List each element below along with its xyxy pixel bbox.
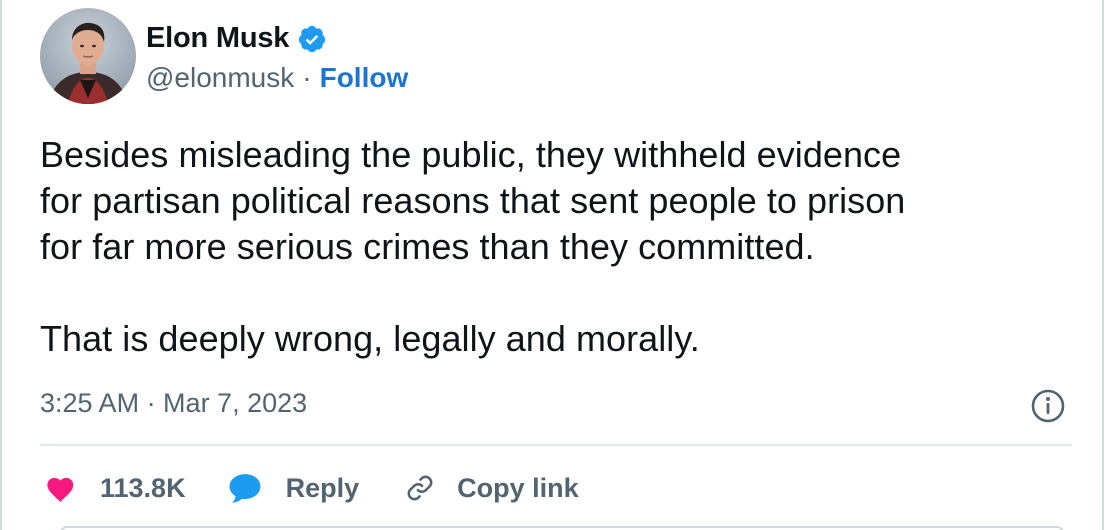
author-name[interactable]: Elon Musk [146,22,289,55]
like-button[interactable]: 113.8K [44,473,186,504]
divider [40,444,1072,446]
card-border [0,0,2,530]
link-icon [407,475,433,501]
heart-icon [47,477,74,503]
author-handle-row: @elonmusk · Follow [146,62,408,94]
copy-link-label: Copy link [457,472,579,503]
like-count: 113.8K [100,472,186,503]
author-handle[interactable]: @elonmusk [146,62,294,94]
reply-button[interactable]: Reply [226,471,360,505]
read-replies-button-edge[interactable] [60,526,1064,530]
separator-dot: · [302,62,312,93]
follow-button[interactable]: Follow [320,62,409,94]
tweet-actions: 113.8K Reply Copy link [44,466,579,510]
tweet-card: Elon Musk @elonmusk · Follow Besides mis… [0,0,1104,530]
avatar[interactable] [40,8,136,104]
tweet-timestamp[interactable]: 3:25 AM · Mar 7, 2023 [40,388,307,419]
reply-label: Reply [285,472,360,503]
author-name-row: Elon Musk [146,22,327,55]
info-icon[interactable] [1030,388,1066,424]
speech-bubble-icon [229,474,261,503]
tweet-text: Besides misleading the public, they with… [40,134,906,359]
verified-badge-icon [299,25,326,52]
copy-link-button[interactable]: Copy link [403,471,579,505]
